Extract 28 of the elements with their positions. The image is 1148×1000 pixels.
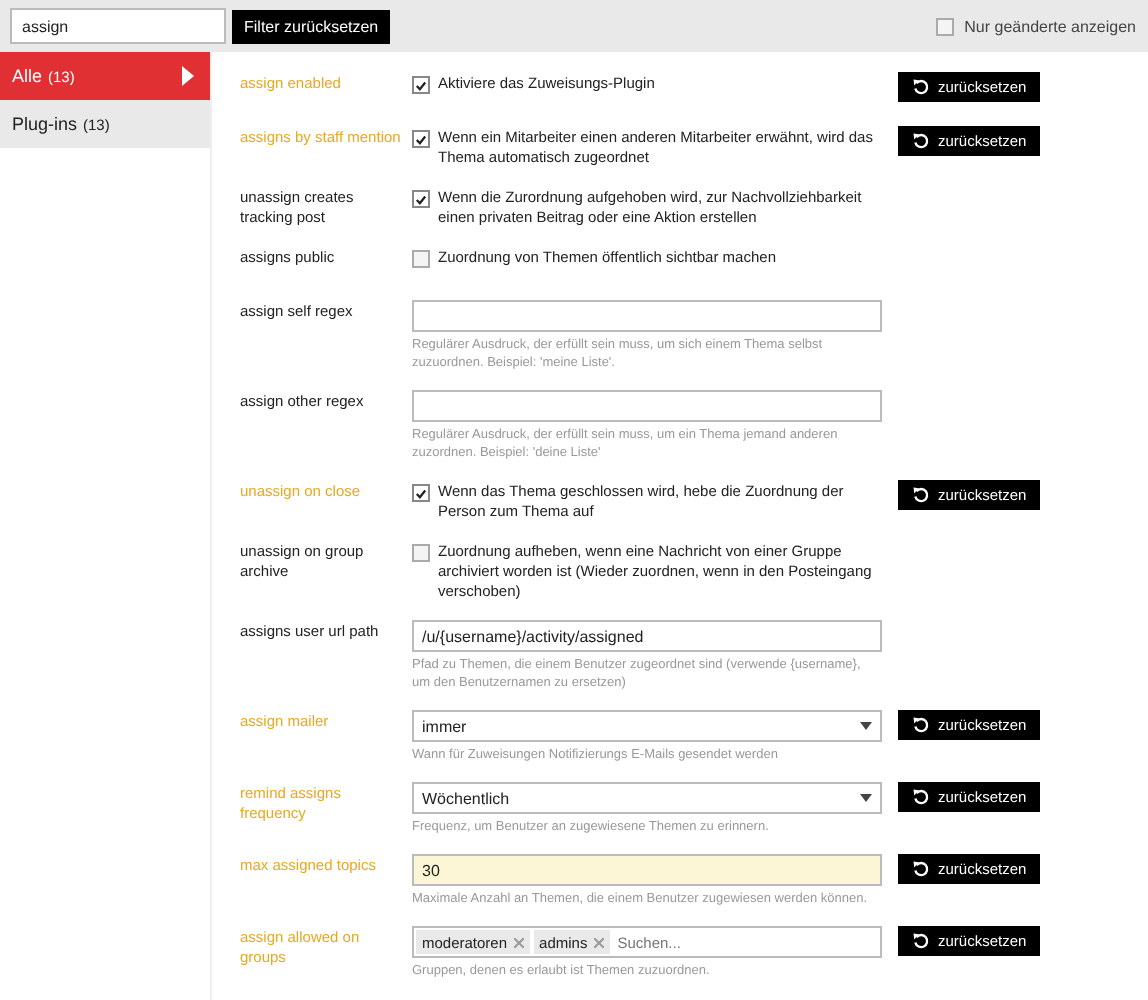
undo-icon — [912, 132, 930, 150]
filter-field[interactable]: assign — [10, 8, 226, 44]
dropdown[interactable]: immer — [412, 710, 882, 742]
caret-icon — [182, 66, 194, 86]
undo-icon — [912, 486, 930, 504]
input-field[interactable]: /u/{username}/activity/assigned — [412, 620, 882, 652]
checkbox[interactable] — [412, 544, 430, 562]
undo-icon — [912, 78, 930, 96]
undo-icon — [912, 860, 930, 878]
input-field[interactable] — [412, 390, 882, 422]
undo-icon — [912, 932, 930, 950]
undo-icon — [912, 716, 930, 734]
caret-icon — [860, 794, 872, 802]
remove-icon[interactable] — [593, 937, 604, 947]
checkbox[interactable] — [412, 250, 430, 268]
remove-icon[interactable] — [513, 937, 524, 947]
input-field[interactable] — [412, 300, 882, 332]
input-field[interactable]: 30 — [412, 854, 882, 886]
reset-filter-button[interactable]: Filter zurücksetzen — [232, 9, 391, 43]
dropdown[interactable]: Wöchentlich — [412, 782, 882, 814]
checkbox[interactable] — [412, 130, 430, 148]
undo-icon — [912, 788, 930, 806]
checkbox[interactable] — [936, 17, 955, 35]
checkbox[interactable] — [412, 76, 430, 94]
checkbox[interactable] — [412, 484, 430, 502]
caret-icon — [860, 722, 872, 730]
checkbox[interactable] — [412, 190, 430, 208]
checkbox-label: Nur geänderte anzeigen — [964, 17, 1136, 35]
